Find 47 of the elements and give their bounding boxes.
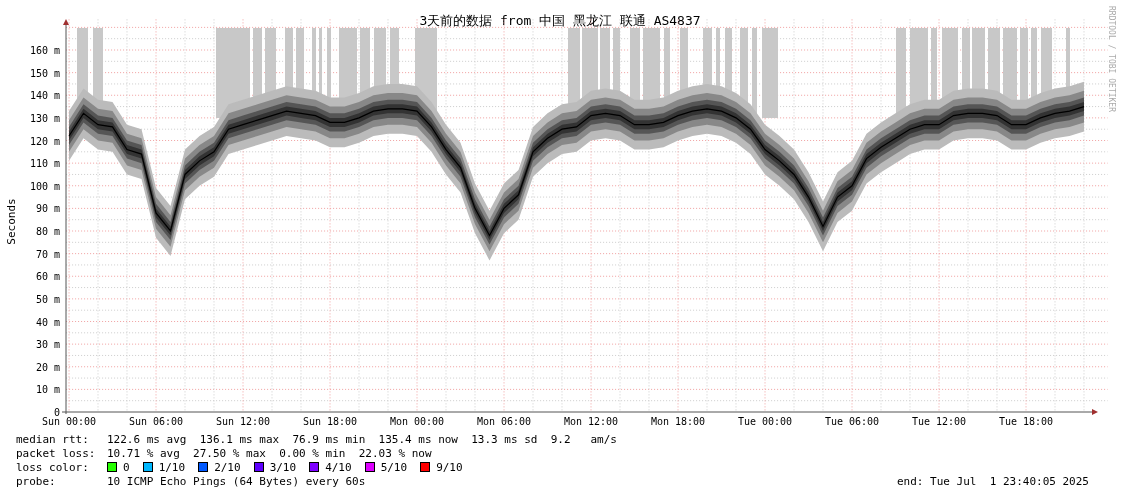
x-tick-label: Sun 12:00 (215, 416, 271, 427)
x-tick-label: Sun 00:00 (41, 416, 97, 427)
x-tick-label: Mon 18:00 (650, 416, 706, 427)
x-tick-label: Mon 00:00 (389, 416, 445, 427)
legend-text: 1/10 (158, 460, 186, 474)
stat-label: packet loss: (16, 446, 97, 460)
stat-values: 10.71 % avg 27.50 % max 0.00 % min 22.03 % now (107, 446, 432, 460)
stat-label: median rtt: (16, 432, 90, 446)
chart-title: 3天前的数据 from 中国 黑龙江 联通 AS4837 (419, 13, 701, 28)
y-tick-label: 10 m (35, 384, 60, 396)
x-tick-label: Tue 18:00 (998, 416, 1054, 427)
y-axis-label: Seconds (5, 198, 18, 245)
legend-text: 2/10 (214, 460, 241, 474)
legend-text: 3/10 (269, 460, 297, 474)
x-tick-label: Mon 06:00 (476, 416, 532, 427)
y-tick-label: 130 m (29, 112, 60, 124)
y-tick-label: 0 (53, 407, 60, 418)
y-tick-label: 40 m (35, 316, 60, 328)
y-tick-label: 140 m (29, 90, 60, 102)
legend-label: loss color: (16, 460, 90, 474)
x-tick-label: Sun 18:00 (302, 416, 358, 427)
y-tick-label: 90 m (35, 203, 60, 215)
y-tick-label: 120 m (29, 135, 60, 147)
legend-text: 5/10 (380, 460, 408, 474)
x-tick-label: Tue 06:00 (824, 416, 880, 427)
x-tick-label: Mon 12:00 (563, 416, 619, 427)
credit-text: RRDTOOL / TOBI OETIKER (1107, 6, 1116, 112)
end-time: end: Tue Jul 1 23:40:05 2025 (896, 474, 1089, 488)
y-tick-label: 50 m (35, 293, 60, 305)
probe-text: 10 ICMP Echo Pings (64 Bytes) every 60s (107, 474, 366, 488)
probe-label: probe: (16, 474, 57, 488)
y-tick-label: 60 m (35, 271, 60, 283)
legend-text: 0 (123, 460, 130, 474)
y-tick-label: 150 m (29, 67, 60, 79)
x-tick-label: Tue 12:00 (911, 416, 967, 427)
stat-values: 122.6 ms avg 136.1 ms max 76.9 ms min 135.4 ms now 13.3 ms sd 9.2 am/s (107, 432, 617, 446)
y-tick-label: 70 m (35, 248, 60, 260)
x-tick-label: Sun 06:00 (128, 416, 184, 427)
y-tick-label: 100 m (29, 180, 60, 192)
y-tick-label: 80 m (35, 226, 60, 237)
legend-text: 4/10 (325, 460, 352, 474)
legend-text: 9/10 (436, 460, 463, 474)
x-tick-label: Tue 00:00 (737, 416, 793, 427)
y-tick-label: 20 m (35, 361, 60, 373)
y-tick-label: 30 m (35, 339, 60, 351)
y-tick-label: 110 m (29, 158, 60, 170)
y-tick-label: 160 m (29, 45, 60, 56)
